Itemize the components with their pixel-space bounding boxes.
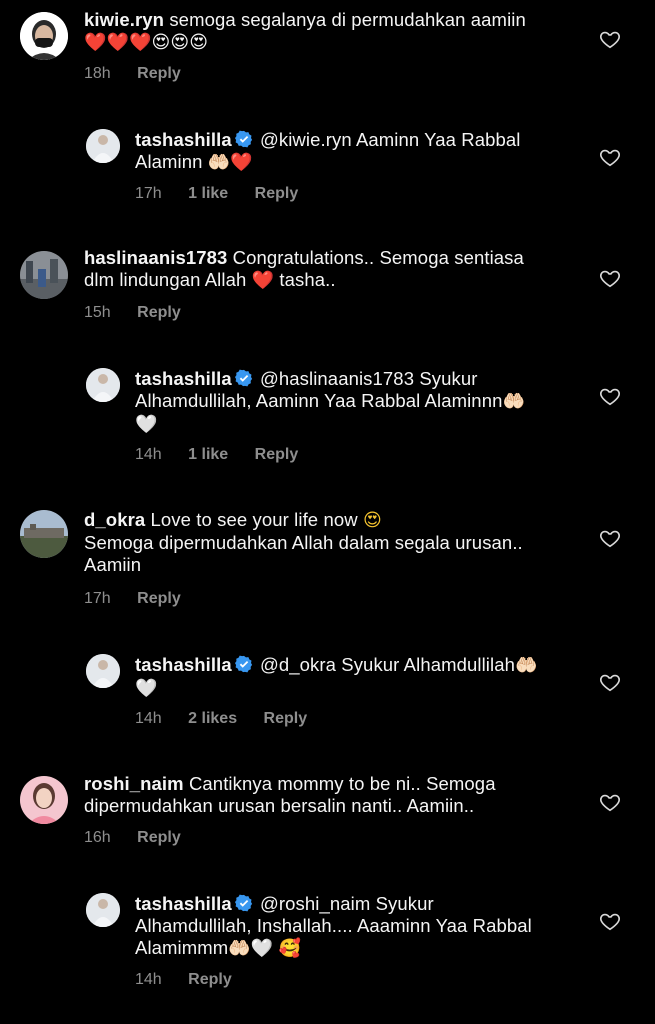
comment-text-2: dlm lindungan Allah xyxy=(84,269,247,290)
comment-meta: 18h Reply xyxy=(84,65,203,83)
reply-button[interactable]: Reply xyxy=(137,304,181,321)
comment-text-2: Semoga dipermudahkan Allah dalam segala … xyxy=(84,532,523,553)
avatar-image xyxy=(20,12,68,60)
white-heart-emoji-icon: 🤍 xyxy=(135,414,158,435)
avatar-image xyxy=(20,251,68,299)
red-heart-emoji-icon: ❤️ xyxy=(251,270,275,291)
avatar[interactable] xyxy=(86,129,120,163)
like-heart-icon[interactable] xyxy=(599,385,621,407)
avatar-image xyxy=(20,776,68,824)
avatar-image xyxy=(86,654,120,688)
comment-text: semoga segalanya di permudahkan aamiin xyxy=(169,9,526,30)
reply-button[interactable]: Reply xyxy=(264,710,308,727)
timestamp: 17h xyxy=(135,185,162,202)
username[interactable]: tashashilla xyxy=(135,893,232,914)
comment-text-3: Aamiin xyxy=(84,554,142,575)
verified-badge-icon xyxy=(234,369,252,387)
avatar[interactable] xyxy=(20,12,68,60)
comment-body: tashashilla @haslinaanis1783 Syukur Alha… xyxy=(135,368,525,436)
avatar-image xyxy=(20,510,68,558)
emoji-row: ❤️❤️❤️😍😍😍 xyxy=(84,32,209,53)
white-heart-emoji-icon: 🤍 xyxy=(250,938,274,959)
like-heart-icon[interactable] xyxy=(599,146,621,168)
reply-button[interactable]: Reply xyxy=(137,590,181,607)
praying-hands-emoji-icon: 🤲🏻 xyxy=(502,391,525,412)
smiling-face-with-hearts-emoji-icon: 🥰 xyxy=(278,938,302,959)
avatar[interactable] xyxy=(86,893,120,927)
avatar-image xyxy=(86,129,120,163)
avatar[interactable] xyxy=(20,510,68,558)
likes-count[interactable]: 1 like xyxy=(188,446,228,463)
timestamp: 14h xyxy=(135,446,162,463)
emoji-row: 🤲🏻❤️ xyxy=(207,152,253,173)
heart-eyes-emoji-icon: 😍 xyxy=(362,510,382,531)
praying-hands-emoji-icon: 🤲🏻 xyxy=(228,938,251,959)
username[interactable]: tashashilla xyxy=(135,654,232,675)
comment-body: tashashilla @d_okra Syukur Alhamdullilah… xyxy=(135,654,538,700)
comment-text: Love to see your life now xyxy=(150,509,358,530)
avatar[interactable] xyxy=(86,654,120,688)
comment-text: @kiwie.ryn Aaminn Yaa Rabbal xyxy=(259,129,521,150)
comment-text-2: Alhamdullilah, Aaminn Yaa Rabbal Alaminn… xyxy=(135,390,503,411)
like-heart-icon[interactable] xyxy=(599,527,621,549)
timestamp: 14h xyxy=(135,971,162,988)
like-heart-icon[interactable] xyxy=(599,791,621,813)
like-heart-icon[interactable] xyxy=(599,910,621,932)
comment-meta: 17h 1 like Reply xyxy=(135,185,320,203)
comment-text: Congratulations.. Semoga sentiasa xyxy=(232,247,524,268)
timestamp: 16h xyxy=(84,829,111,846)
white-heart-emoji-icon: 🤍 xyxy=(135,678,158,699)
reply-button[interactable]: Reply xyxy=(137,65,181,82)
avatar[interactable] xyxy=(86,368,120,402)
avatar[interactable] xyxy=(20,776,68,824)
timestamp: 14h xyxy=(135,710,162,727)
comment-body: roshi_naim Cantiknya mommy to be ni.. Se… xyxy=(84,773,496,817)
username[interactable]: d_okra xyxy=(84,509,145,530)
comment-text-2: Alhamdullilah, Inshallah.... Aaaminn Yaa… xyxy=(135,915,532,936)
comment-text-3: tasha.. xyxy=(279,269,336,290)
reply-button[interactable]: Reply xyxy=(255,185,299,202)
comment-text: @haslinaanis1783 Syukur xyxy=(259,368,478,389)
timestamp: 17h xyxy=(84,590,111,607)
comment-meta: 17h Reply xyxy=(84,590,203,608)
username[interactable]: tashashilla xyxy=(135,129,232,150)
comment-text-2: dipermudahkan urusan bersalin nanti.. Aa… xyxy=(84,795,475,816)
verified-badge-icon xyxy=(234,894,252,912)
reply-button[interactable]: Reply xyxy=(255,446,299,463)
likes-count[interactable]: 1 like xyxy=(188,185,228,202)
comment-meta: 16h Reply xyxy=(84,829,203,847)
comment-meta: 14h 2 likes Reply xyxy=(135,710,329,728)
comment-body: haslinaanis1783 Congratulations.. Semoga… xyxy=(84,247,524,292)
username[interactable]: haslinaanis1783 xyxy=(84,247,227,268)
comment-body: d_okra Love to see your life now 😍 Semog… xyxy=(84,509,523,576)
comment-meta: 15h Reply xyxy=(84,304,203,322)
praying-hands-emoji-icon: 🤲🏻 xyxy=(515,655,538,676)
comment-body: tashashilla @kiwie.ryn Aaminn Yaa Rabbal… xyxy=(135,129,520,174)
avatar[interactable] xyxy=(20,251,68,299)
verified-badge-icon xyxy=(234,655,252,673)
avatar-image xyxy=(86,368,120,402)
comment-text: @roshi_naim Syukur xyxy=(259,893,434,914)
avatar-image xyxy=(86,893,120,927)
reply-button[interactable]: Reply xyxy=(137,829,181,846)
timestamp: 15h xyxy=(84,304,111,321)
comment-text: Cantiknya mommy to be ni.. Semoga xyxy=(188,773,496,794)
verified-badge-icon xyxy=(234,130,252,148)
comment-text-2: Alaminn xyxy=(135,151,203,172)
comment-text: @d_okra Syukur Alhamdullilah xyxy=(259,654,516,675)
like-heart-icon[interactable] xyxy=(599,28,621,50)
username[interactable]: roshi_naim xyxy=(84,773,184,794)
comment-body: kiwie.ryn semoga segalanya di permudahka… xyxy=(84,9,526,54)
reply-button[interactable]: Reply xyxy=(188,971,232,988)
likes-count[interactable]: 2 likes xyxy=(188,710,237,727)
comment-meta: 14h Reply xyxy=(135,971,254,989)
comment-meta: 14h 1 like Reply xyxy=(135,446,320,464)
comment-body: tashashilla @roshi_naim Syukur Alhamdull… xyxy=(135,893,532,960)
timestamp: 18h xyxy=(84,65,111,82)
like-heart-icon[interactable] xyxy=(599,671,621,693)
username[interactable]: tashashilla xyxy=(135,368,232,389)
comment-text-3: Alamimmm xyxy=(135,937,229,958)
username[interactable]: kiwie.ryn xyxy=(84,9,164,30)
like-heart-icon[interactable] xyxy=(599,267,621,289)
